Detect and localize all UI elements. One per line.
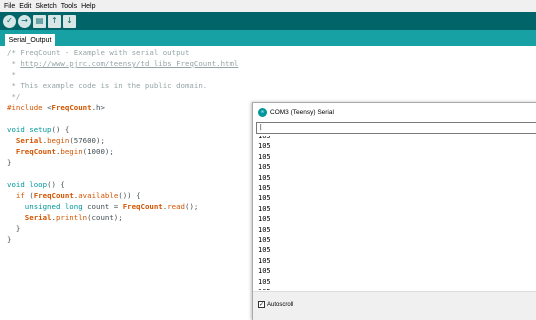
autoscroll-label: Autoscroll [267,301,294,308]
arduino-icon: ∞ [258,107,267,117]
code-token: * [7,59,21,68]
serial-output-line: 105 [258,136,271,140]
menu-edit[interactable]: Edit [19,3,31,10]
tab-bar: Serial_Output [0,30,536,46]
code-token: Serial [7,213,52,222]
arrow-right-icon: → [21,16,28,25]
code-token: (57600); [69,136,105,145]
code-token: FreqCount [7,147,56,156]
toolbar: ✓ → ▤ ↑ ↓ [0,12,536,30]
code-line: } [7,158,12,167]
code-line: */ [7,92,21,101]
serial-output-line: 105 [258,256,271,265]
code-line: Serial.println(count); [7,212,123,223]
serial-output-area[interactable]: 105 105 105 105 105 105 105 105 105 105 105 105 105 1… [256,136,536,290]
code-token: count = [82,202,123,211]
serial-output-line: 105 [258,173,271,182]
serial-output-line: 105 [258,267,271,276]
code-token: read [167,202,186,211]
code-line: #include <FreqCount.h> [7,102,105,113]
code-line: * This example code is in the public dom… [7,81,208,90]
autoscroll-checkbox[interactable]: ✓ [258,301,265,308]
serial-output-line: 105 [258,287,271,290]
code-token: FreqCount [51,103,92,112]
code-line: if (FreqCount.available()) { [7,190,141,201]
code-token: .h> [91,103,105,112]
code-token: #include [7,103,43,112]
serial-output-line: 105 [258,163,271,172]
code-line: * http://www.pjrc.com/teensy/td_libs_Fre… [7,58,238,69]
code-token: ()) { [118,191,141,200]
code-token: FreqCount [122,202,163,211]
serial-send-input[interactable]: | [256,122,536,134]
code-token: loop [24,180,48,189]
code-token: if [7,191,25,200]
code-line: /* FreqCount - Example with serial outpu… [7,48,190,57]
serial-output-line: 105 [258,215,271,224]
arrow-up-icon: ↑ [51,16,58,25]
serial-output-line: 105 [258,246,271,255]
code-token: Serial [7,136,43,145]
new-file-icon: ▤ [35,16,44,25]
code-token: (1000); [82,147,114,156]
verify-button[interactable]: ✓ [3,14,16,28]
serial-output-line: 105 [258,277,271,286]
tab-serial-output[interactable]: Serial_Output [5,34,55,46]
code-line: } [7,235,12,244]
serial-output-line: 105 [258,184,271,192]
code-token: available [78,191,119,200]
arduino-glyph: ∞ [260,109,265,115]
code-line: FreqCount.begin(1000); [7,146,114,157]
checkmark-icon: ✓ [6,16,13,25]
code-token: begin [60,147,83,156]
serial-output-line: 105 [258,142,271,151]
code-line: void loop() { [7,179,65,190]
arrow-down-icon: ↓ [66,16,73,25]
code-token: setup [24,125,52,134]
code-token: () { [47,180,65,189]
code-line: } [7,224,21,233]
new-button[interactable]: ▤ [33,14,46,28]
code-token: (); [185,202,199,211]
code-link[interactable]: http://www.pjrc.com/teensy/td_libs_FreqC… [20,59,238,68]
open-button[interactable]: ↑ [48,14,61,28]
autoscroll-toggle[interactable]: ✓ Autoscroll [258,301,293,308]
code-token: () { [51,125,70,134]
menu-sketch[interactable]: Sketch [35,3,56,10]
save-button[interactable]: ↓ [63,14,76,28]
menu-help[interactable]: Help [81,3,95,10]
code-token: begin [47,136,70,145]
code-token: ( [24,191,34,200]
serial-monitor-window: ∞ COM3 (Teensy) Serial | 105 105 105 105 105… [252,102,536,320]
serial-output-line: 105 [258,194,271,203]
code-token: unsigned long [7,202,83,211]
menu-tools[interactable]: Tools [61,3,77,10]
serial-output-line: 105 [258,225,271,234]
menu-file[interactable]: File [4,3,15,10]
serial-output-line: 105 [258,236,271,244]
code-line: Serial.begin(57600); [7,135,105,146]
code-line: unsigned long count = FreqCount.read(); [7,201,199,212]
code-token: (count); [87,213,123,222]
code-line: * [7,70,16,79]
menu-bar: File Edit Sketch Tools Help [0,0,536,12]
serial-output-line: 105 [258,152,271,161]
code-token: void [7,180,25,189]
serial-footer: ✓ Autoscroll [253,291,536,320]
upload-button[interactable]: → [18,14,31,28]
serial-monitor-titlebar[interactable]: ∞ COM3 (Teensy) Serial [253,103,536,121]
code-token: void [7,125,25,134]
code-token: println [55,213,88,222]
code-token: FreqCount [33,191,74,200]
code-line: void setup() { [7,124,69,135]
serial-output-line: 105 [258,204,271,213]
serial-monitor-title: COM3 (Teensy) Serial [270,108,334,116]
